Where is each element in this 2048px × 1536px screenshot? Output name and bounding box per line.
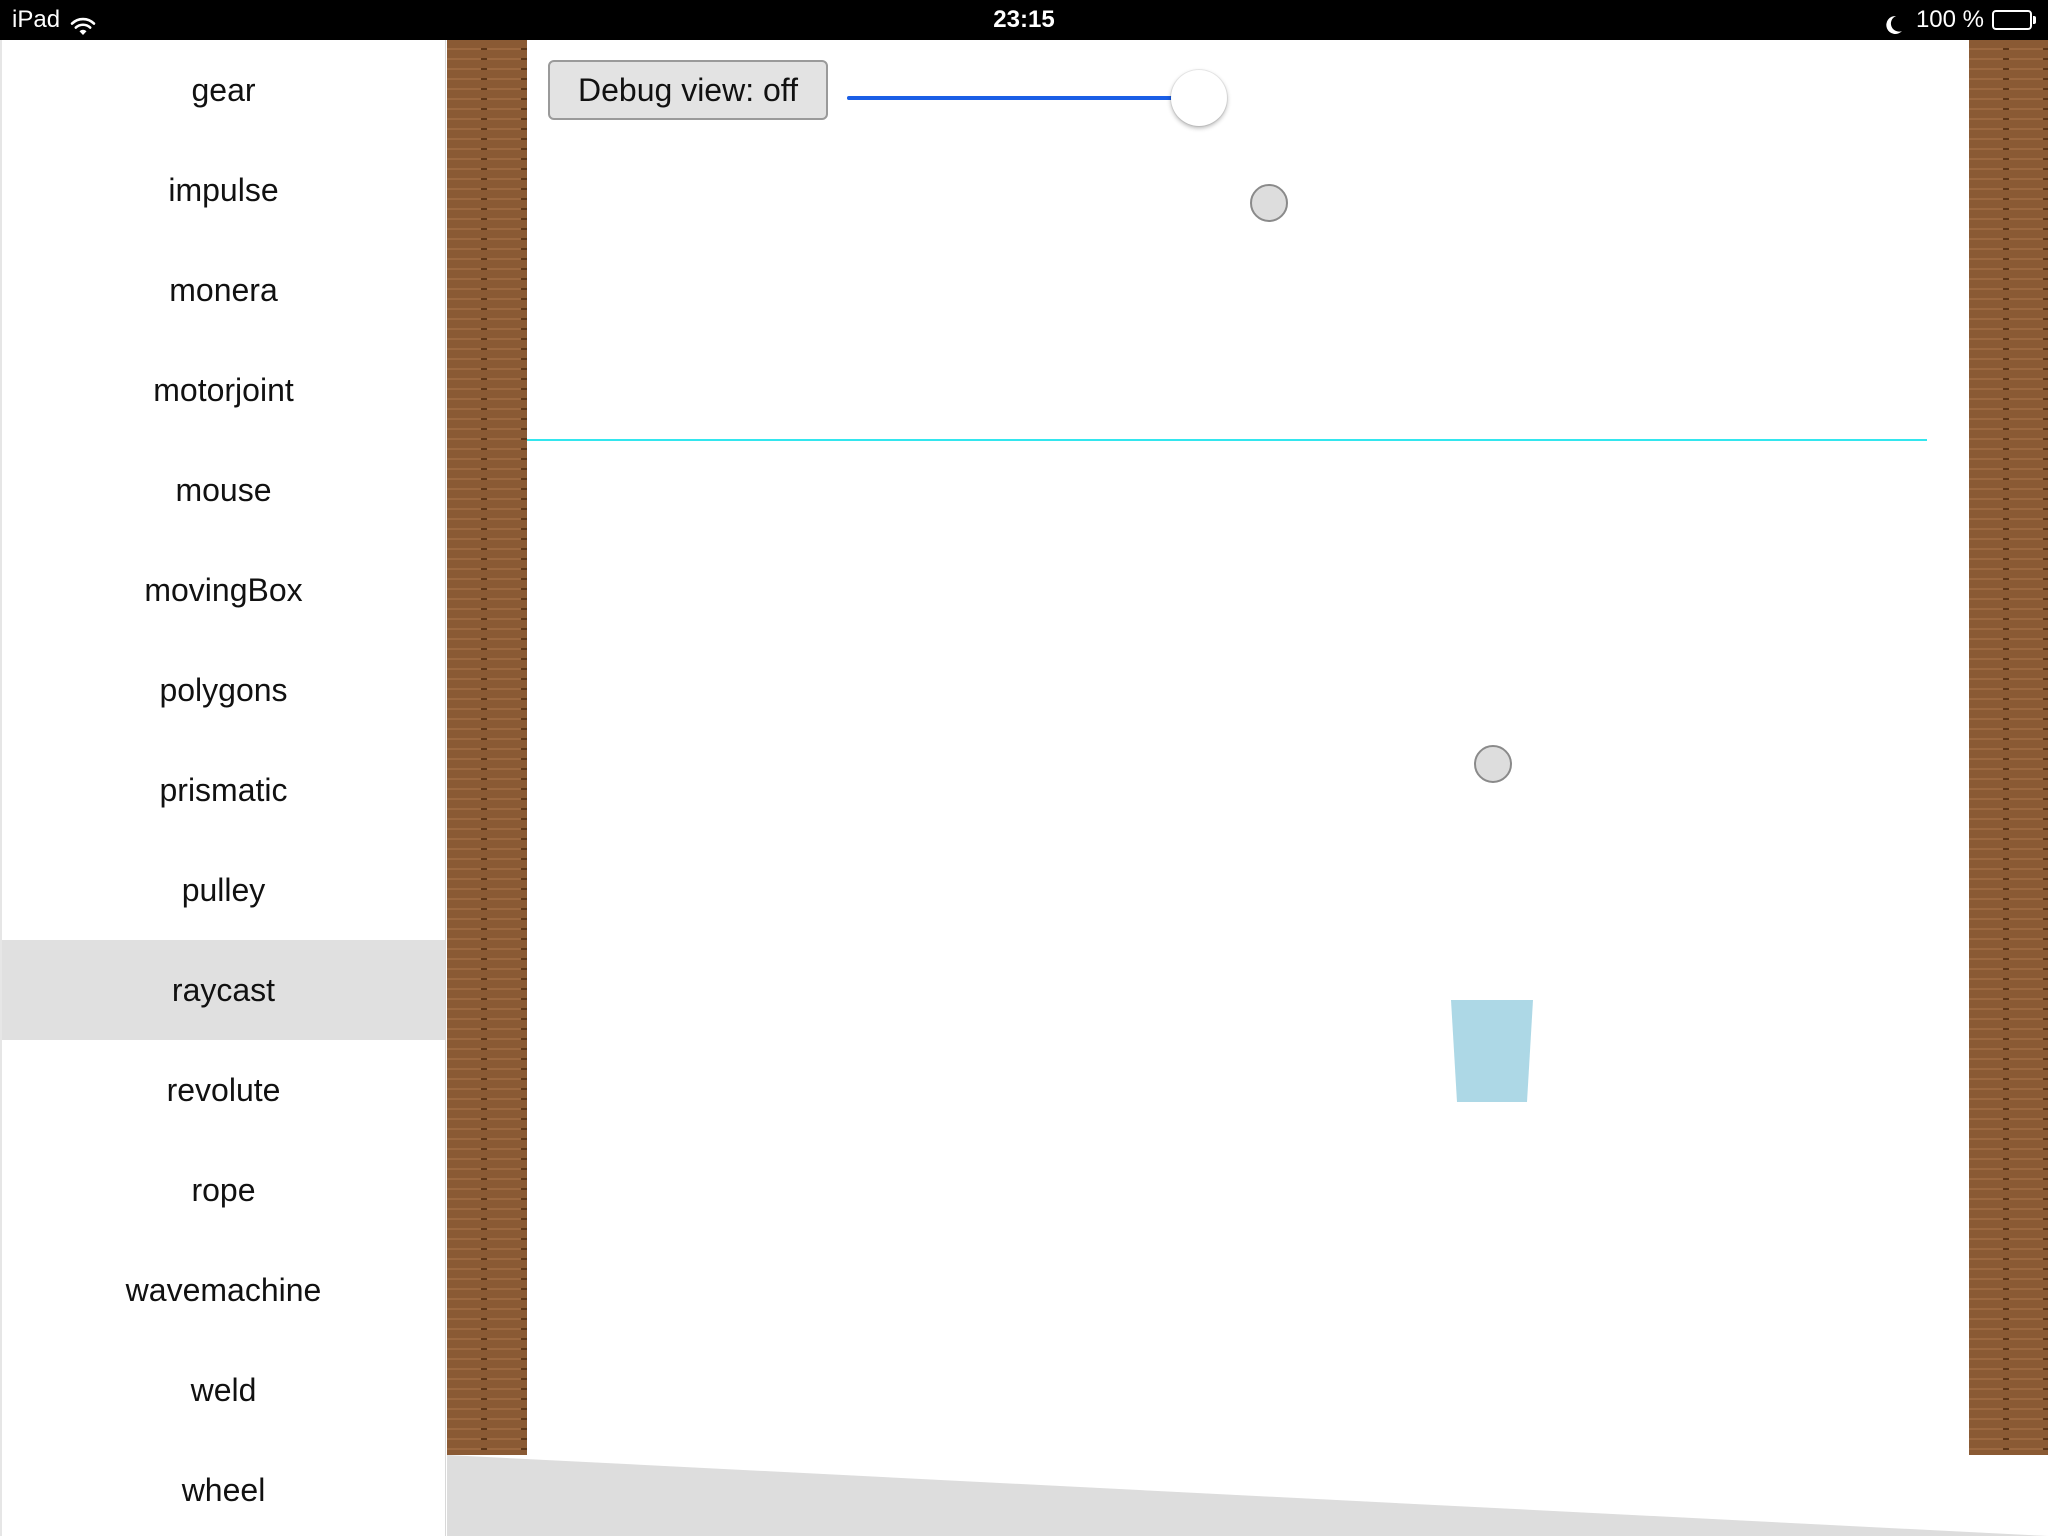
battery-icon	[1992, 10, 2036, 30]
left-brick-wall	[447, 40, 527, 1455]
slider-thumb[interactable]	[1171, 70, 1227, 126]
sidebar-item-label: motorjoint	[153, 371, 294, 408]
sidebar-item-label: wheel	[181, 1471, 266, 1508]
sidebar-item-revolute[interactable]: revolute	[2, 1040, 445, 1140]
sidebar-item-label: wavemachine	[125, 1271, 322, 1308]
sidebar-item-weld[interactable]: weld	[2, 1340, 445, 1440]
sidebar-item-raycast[interactable]: raycast	[2, 940, 445, 1040]
sidebar-item-label: movingBox	[144, 571, 303, 608]
sidebar-item-pulley[interactable]: pulley	[2, 840, 445, 940]
moon-icon	[1884, 9, 1904, 34]
slider-fill	[847, 96, 1199, 100]
sidebar-item-impulse[interactable]: impulse	[2, 140, 445, 240]
sidebar-item-monera[interactable]: monera	[2, 240, 445, 340]
slider[interactable]	[847, 70, 1247, 126]
sidebar-item-label: monera	[169, 271, 278, 308]
demo-list-sidebar: gear impulse monera motorjoint mouse mov…	[0, 40, 446, 1536]
sidebar-item-wavemachine[interactable]: wavemachine	[2, 1240, 445, 1340]
ball-body[interactable]	[1474, 745, 1512, 783]
sidebar-item-rope[interactable]: rope	[2, 1140, 445, 1240]
sidebar-item-polygons[interactable]: polygons	[2, 640, 445, 740]
debug-view-toggle-button[interactable]: Debug view: off	[548, 60, 828, 120]
raycast-line	[527, 439, 1927, 441]
sidebar-item-label: impulse	[168, 171, 279, 208]
ball-body[interactable]	[1250, 184, 1288, 222]
sidebar-item-wheel[interactable]: wheel	[2, 1440, 445, 1536]
sidebar-item-label: gear	[191, 71, 256, 108]
sidebar-item-label: prismatic	[159, 771, 288, 808]
sidebar-item-label: raycast	[171, 971, 276, 1008]
app-root: iPad 23:15 100 % gear impulse monera mot…	[0, 0, 2048, 1536]
sidebar-item-label: weld	[190, 1371, 257, 1408]
status-right: 100 %	[1884, 0, 2036, 40]
sidebar-item-mouse[interactable]: mouse	[2, 440, 445, 540]
sidebar-item-label: mouse	[175, 471, 272, 508]
floor-ground	[447, 1455, 2048, 1536]
bucket-shape[interactable]	[1451, 1000, 1533, 1102]
status-time: 23:15	[993, 6, 1055, 33]
sidebar-item-prismatic[interactable]: prismatic	[2, 740, 445, 840]
battery-percentage: 100 %	[1915, 6, 1984, 33]
sidebar-item-label: rope	[191, 1171, 256, 1208]
sidebar-item-motorjoint[interactable]: motorjoint	[2, 340, 445, 440]
sidebar-item-label: revolute	[166, 1071, 281, 1108]
sidebar-item-movingbox[interactable]: movingBox	[2, 540, 445, 640]
physics-scene[interactable]: Debug view: off	[447, 40, 2048, 1536]
sidebar-item-gear[interactable]: gear	[2, 40, 445, 140]
right-brick-wall	[1969, 40, 2048, 1455]
status-bar: iPad 23:15 100 %	[0, 0, 2048, 40]
sidebar-item-label: polygons	[159, 671, 288, 708]
sidebar-item-label: pulley	[181, 871, 266, 908]
